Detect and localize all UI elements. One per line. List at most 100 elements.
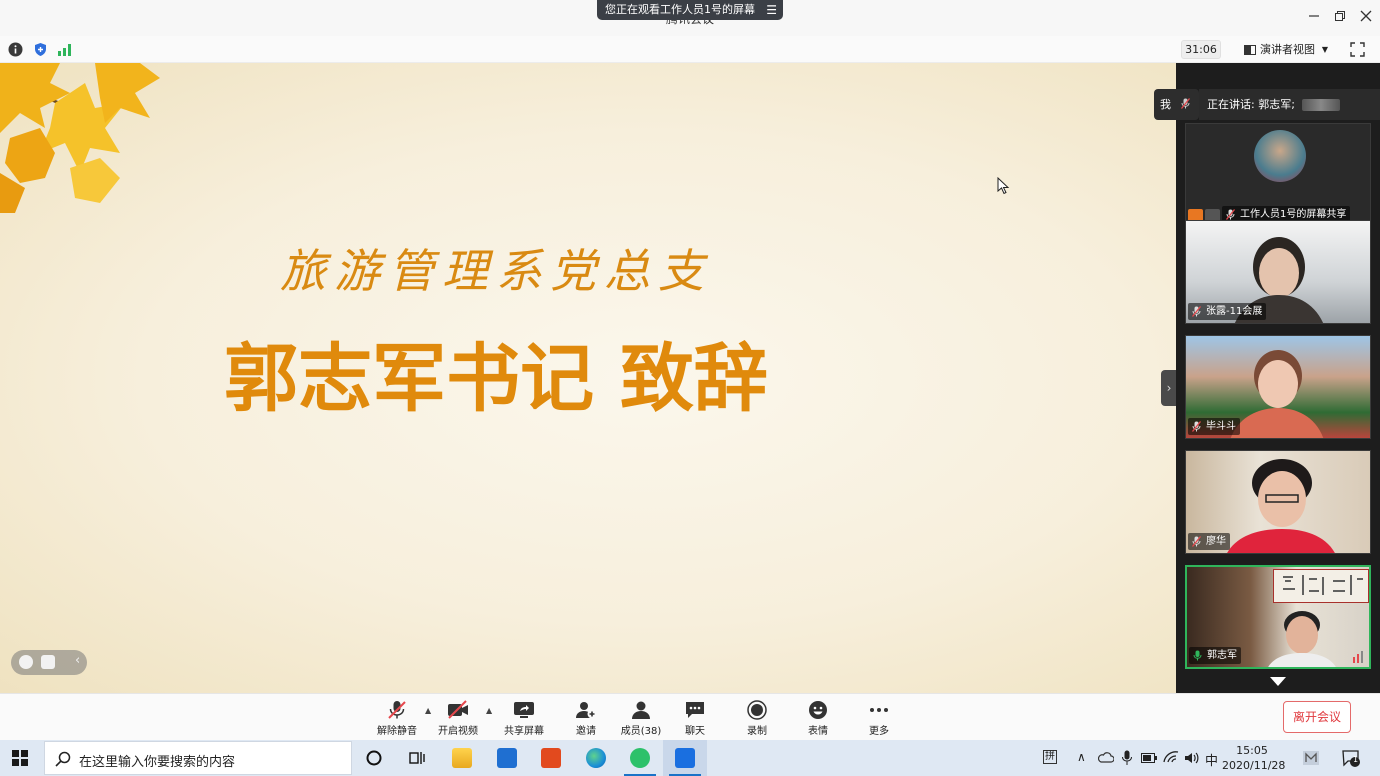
taskbar-app-tencent-meeting[interactable] [663, 740, 707, 776]
muted-mic-icon [1192, 306, 1201, 317]
tile-name-label: 毕斗斗 [1188, 418, 1240, 435]
comment-icon[interactable] [41, 655, 55, 669]
close-button[interactable] [1358, 10, 1374, 26]
start-video-button[interactable]: 开启视频 [430, 698, 486, 738]
speaker-view-icon [1244, 45, 1256, 55]
view-mode-dropdown[interactable]: 演讲者视图 ▼ [1238, 40, 1336, 59]
banner-text: 您正在观看工作人员1号的屏幕 [605, 3, 755, 16]
muted-mic-icon [1192, 421, 1201, 432]
tile-name-label: 张露-11会展 [1188, 303, 1267, 320]
shared-screen: 旅游管理系党总支 郭志军书记 致辞 ‹ [0, 63, 1176, 693]
participant-tile-video[interactable]: 廖华 [1185, 450, 1371, 554]
search-icon [55, 751, 71, 767]
self-chip[interactable]: 我 [1154, 89, 1199, 120]
members-button[interactable]: 成员(38) [613, 698, 669, 738]
meeting-info-bar: 31:06 演讲者视图 ▼ [0, 36, 1380, 63]
meeting-timer: 31:06 [1181, 40, 1221, 59]
taskbar-app-office[interactable] [529, 740, 573, 776]
video-options-caret[interactable]: ▲ [486, 706, 492, 715]
add-user-icon [576, 702, 597, 719]
office-icon [541, 748, 561, 768]
chat-icon [686, 702, 704, 718]
participant-video [1227, 459, 1335, 553]
clock-time: 15:05 [1236, 744, 1268, 757]
maple-leaves-decoration [0, 63, 160, 213]
meeting-control-bar: 解除静音 ▲ 开启视频 ▲ 共享屏幕 邀请 成员(38) 聊天 录制 表情 更多… [0, 693, 1380, 740]
share-screen-icon [514, 702, 534, 718]
participant-video [1268, 611, 1336, 667]
view-mode-label: 演讲者视图 [1260, 43, 1315, 56]
participant-tile-video[interactable]: 张露-11会展 [1185, 220, 1371, 324]
folder-icon [452, 748, 472, 768]
unmute-button[interactable]: 解除静音 [369, 698, 425, 738]
wifi-icon[interactable] [1163, 750, 1179, 764]
chevron-down-icon: ▼ [1321, 45, 1328, 54]
record-button[interactable]: 录制 [729, 698, 785, 738]
chat-button[interactable]: 聊天 [667, 698, 723, 738]
scroll-down-icon[interactable] [1270, 677, 1286, 686]
record-icon [747, 700, 767, 720]
slide-subtitle: 旅游管理系党总支 [280, 244, 712, 298]
ime-mode-icon[interactable]: 拼 [1043, 750, 1057, 764]
speaking-indicator: 我 正在讲话: 郭志军; [1154, 89, 1380, 120]
title-bar: 腾讯会议 您正在观看工作人员1号的屏幕 ☰ [0, 0, 1380, 36]
tile-name-label: 郭志军 [1189, 647, 1241, 664]
participant-tile-active-speaker[interactable]: 郭志军 [1185, 565, 1371, 669]
system-clock[interactable]: 15:05 2020/11/28 [1222, 743, 1285, 773]
avatar [1254, 130, 1306, 182]
active-mic-icon [1193, 650, 1202, 661]
volume-icon[interactable] [1184, 751, 1200, 765]
invite-button[interactable]: 邀请 [558, 698, 614, 738]
self-label: 我 [1160, 98, 1171, 111]
muted-mic-icon [1181, 98, 1190, 109]
participant-tile-screen-share[interactable]: 工作人员1号的屏幕共享 [1185, 123, 1371, 227]
more-button[interactable]: 更多 [851, 698, 907, 738]
chevron-left-icon[interactable]: ‹ [75, 653, 80, 668]
taskbar-app-file-explorer[interactable] [440, 740, 484, 776]
cortana-icon[interactable] [366, 750, 382, 766]
battery-icon[interactable] [1141, 753, 1157, 763]
restore-button[interactable] [1332, 10, 1348, 26]
muted-mic-icon [388, 701, 406, 719]
edge-icon [586, 748, 606, 768]
audio-level-icon [1353, 651, 1363, 663]
task-view-icon[interactable] [409, 750, 426, 766]
windows-taskbar: 在这里输入你要搜索的内容 拼 ∧ 中 15:05 2020/11/28 1 [0, 740, 1380, 776]
action-center-icon[interactable]: 1 [1342, 749, 1360, 767]
participant-video [1230, 350, 1324, 438]
muted-mic-icon [1192, 536, 1201, 547]
collapse-gallery-button[interactable]: › [1161, 370, 1177, 406]
emoji-icon[interactable] [19, 655, 33, 669]
video-off-icon [448, 700, 468, 719]
reaction-pill[interactable]: ‹ [11, 650, 87, 675]
participant-tile-video[interactable]: 毕斗斗 [1185, 335, 1371, 439]
banner-menu-icon[interactable]: ☰ [766, 0, 777, 20]
members-icon [632, 701, 650, 719]
chevron-up-icon[interactable]: ∧ [1077, 750, 1086, 764]
taskbar-app-edge[interactable] [574, 740, 618, 776]
blurred-name [1302, 99, 1340, 111]
wechat-icon [630, 748, 650, 768]
reaction-button[interactable]: 表情 [790, 698, 846, 738]
taskbar-search-box[interactable]: 在这里输入你要搜索的内容 [44, 741, 352, 775]
microphone-icon[interactable] [1122, 750, 1132, 766]
notification-count: 1 [1352, 755, 1359, 764]
taskbar-app-wechat[interactable] [618, 740, 662, 776]
minimize-button[interactable] [1306, 10, 1322, 26]
leave-meeting-button[interactable]: 离开会议 [1283, 701, 1351, 733]
taskbar-app-icon[interactable] [1302, 750, 1320, 766]
speaking-text: 正在讲话: 郭志军; [1207, 98, 1295, 111]
mail-icon [497, 748, 517, 768]
windows-start-icon[interactable] [12, 750, 28, 766]
screen-share-banner[interactable]: 您正在观看工作人员1号的屏幕 ☰ [597, 0, 783, 20]
muted-mic-icon [1226, 209, 1235, 220]
share-screen-button[interactable]: 共享屏幕 [496, 698, 552, 738]
info-icon[interactable] [8, 42, 23, 57]
taskbar-app-mail[interactable] [485, 740, 529, 776]
security-shield-icon[interactable] [33, 42, 48, 57]
fullscreen-icon[interactable] [1350, 42, 1365, 57]
network-signal-icon[interactable] [57, 42, 72, 57]
search-placeholder: 在这里输入你要搜索的内容 [79, 755, 236, 770]
language-indicator[interactable]: 中 [1205, 750, 1218, 769]
onedrive-icon[interactable] [1098, 752, 1114, 763]
